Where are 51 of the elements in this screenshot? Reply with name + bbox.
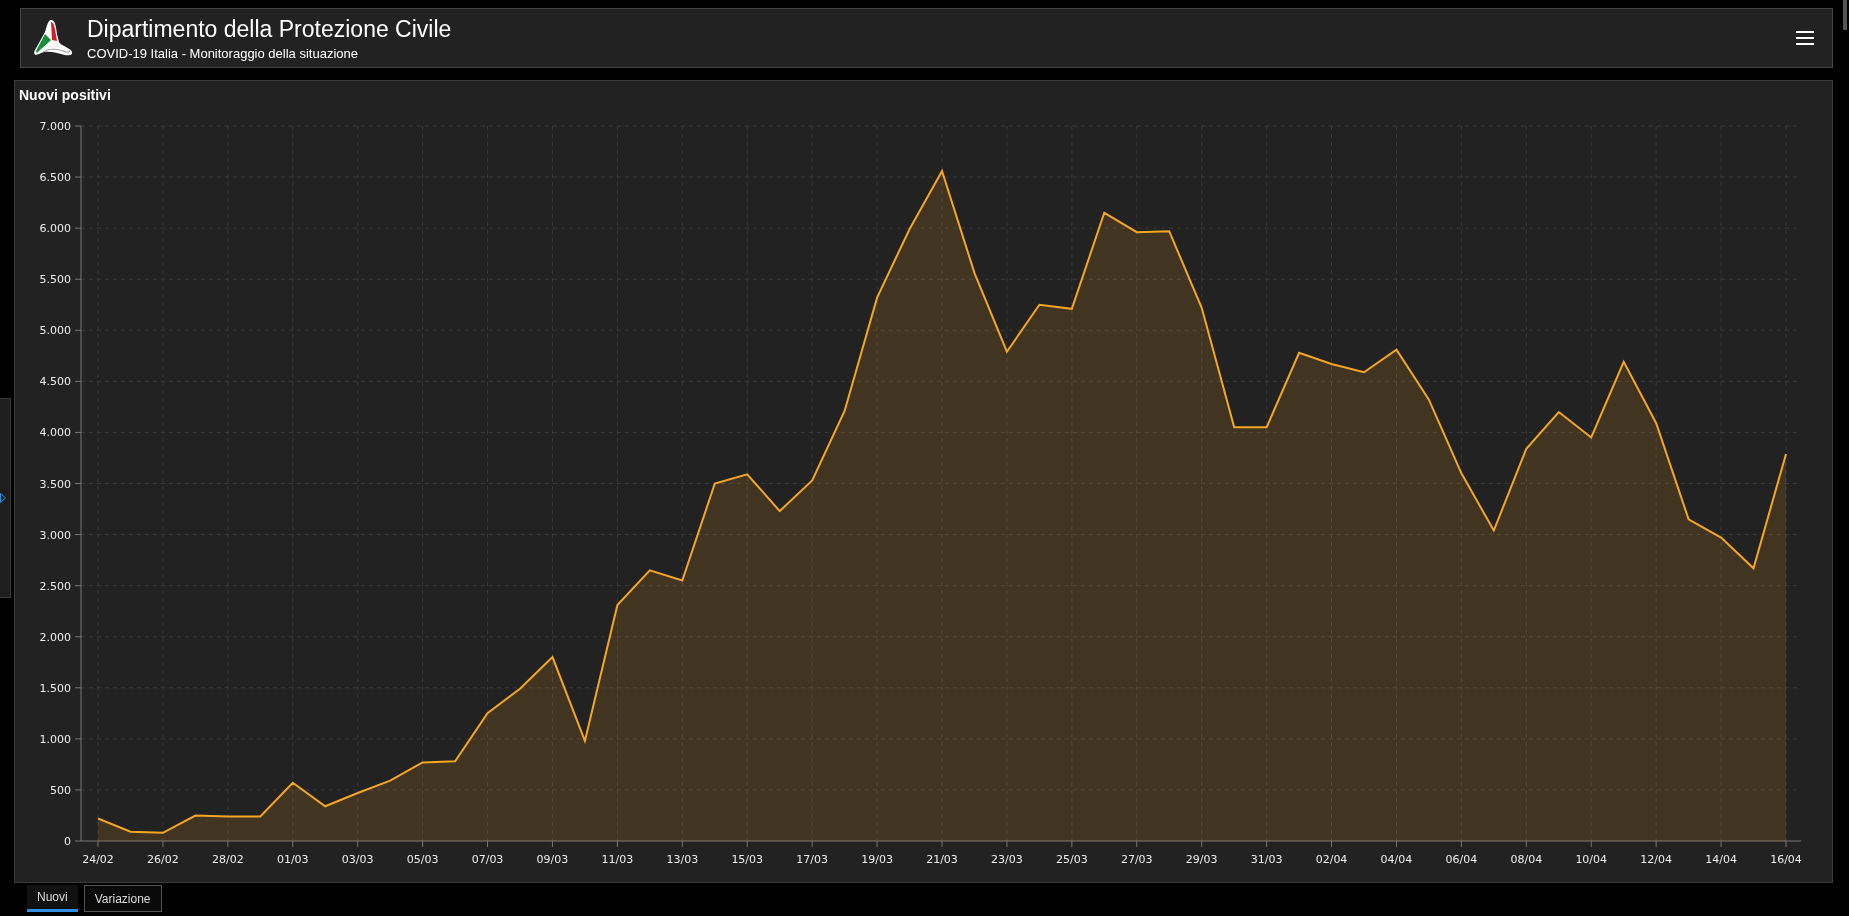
x-axis-label: 12/04	[1640, 853, 1672, 866]
x-axis-label: 23/03	[991, 853, 1023, 866]
x-axis-label: 16/04	[1770, 853, 1802, 866]
y-axis-label: 4.000	[39, 426, 71, 440]
x-axis-label: 01/03	[276, 853, 309, 866]
y-axis-label: 2.500	[39, 579, 71, 593]
x-axis-label: 13/03	[666, 853, 699, 866]
x-axis-label: 11/03	[601, 853, 634, 866]
y-axis-label: 4.500	[39, 375, 71, 389]
y-axis-label: 2.000	[39, 630, 71, 644]
x-axis-label: 14/04	[1705, 853, 1737, 866]
app-title: Dipartimento della Protezione Civile	[87, 15, 453, 43]
y-axis-label: 7.000	[39, 120, 71, 133]
y-axis-label: 0	[64, 835, 71, 848]
x-axis-label: 04/04	[1380, 853, 1413, 866]
x-axis-label: 31/03	[1250, 853, 1283, 866]
x-axis-label: 15/03	[731, 853, 764, 866]
x-axis-label: 28/02	[212, 853, 244, 866]
side-panel-handle[interactable]	[0, 398, 11, 598]
y-axis-label: 3.000	[39, 528, 71, 542]
x-axis-label: 27/03	[1120, 853, 1153, 866]
x-axis-label: 07/03	[471, 853, 504, 866]
x-axis-label: 29/03	[1185, 853, 1218, 866]
x-axis-label: 03/03	[341, 853, 374, 866]
y-axis-label: 1.500	[39, 681, 71, 695]
y-axis-label: 1.000	[39, 732, 71, 746]
x-axis-label: 19/03	[861, 853, 893, 866]
menu-icon	[1796, 30, 1814, 46]
x-axis-label: 05/03	[406, 853, 439, 866]
y-axis-label: 6.500	[39, 171, 71, 185]
x-axis-label: 21/03	[926, 853, 958, 866]
x-axis-label: 02/04	[1315, 853, 1348, 866]
tab[interactable]: Nuovi	[27, 885, 78, 912]
tab[interactable]: Variazione	[83, 885, 162, 912]
x-axis-label: 24/02	[82, 853, 114, 866]
y-axis-label: 3.500	[39, 477, 71, 491]
y-axis-label: 6.000	[39, 222, 71, 236]
panel-title: Nuovi positivi	[18, 86, 111, 103]
x-axis-label: 10/04	[1575, 853, 1608, 866]
x-axis-label: 08/04	[1510, 853, 1543, 866]
triangle-icon	[0, 493, 6, 503]
x-axis-label: 06/04	[1445, 853, 1478, 866]
y-axis-label: 5.500	[39, 273, 71, 287]
x-axis-label: 25/03	[1056, 853, 1088, 866]
x-axis-label: 09/03	[536, 853, 569, 866]
x-axis-label: 17/03	[796, 853, 828, 866]
scrollbar[interactable]	[1843, 0, 1847, 30]
y-axis-label: 500	[50, 783, 71, 797]
y-axis-label: 5.000	[39, 324, 71, 338]
app-subtitle: COVID-19 Italia - Monitoraggio della situazione	[87, 45, 359, 61]
x-axis-label: 26/02	[147, 853, 179, 866]
